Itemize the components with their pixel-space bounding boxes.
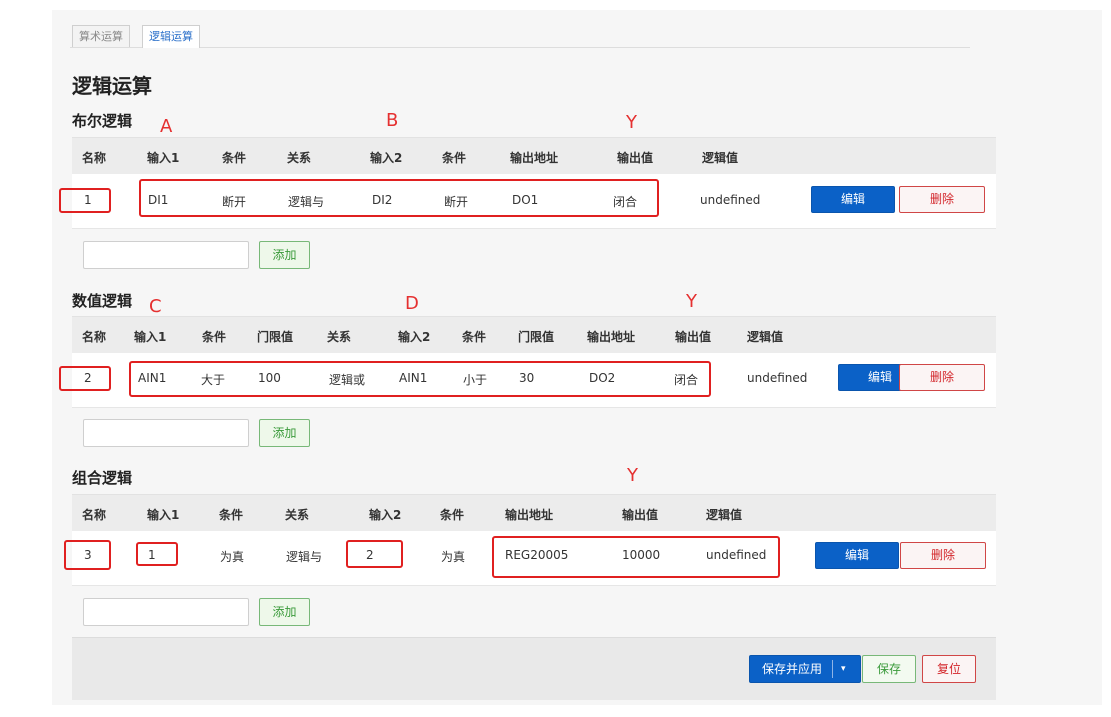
- row-logic-value: undefined: [700, 193, 761, 207]
- col-logic-value: 逻辑值: [706, 508, 743, 522]
- annotation-a: A: [160, 116, 173, 137]
- reset-button[interactable]: 复位: [922, 655, 976, 683]
- col-condition: 条件: [219, 508, 244, 522]
- page-title: 逻辑运算: [72, 74, 152, 98]
- col-input2: 输入2: [369, 508, 402, 522]
- split-divider: [832, 660, 833, 678]
- highlight-box-name: [59, 366, 111, 391]
- annotation-d: D: [405, 293, 419, 314]
- col-condition2: 条件: [440, 508, 465, 522]
- save-button[interactable]: 保存: [862, 655, 916, 683]
- row-relation: 逻辑与: [286, 550, 323, 564]
- row-logic-value: undefined: [747, 371, 808, 385]
- tab-logic[interactable]: 逻辑运算: [142, 25, 200, 48]
- col-condition: 条件: [222, 151, 247, 165]
- col-condition2: 条件: [442, 151, 467, 165]
- new-rule-input[interactable]: [83, 241, 249, 269]
- col-logic-value: 逻辑值: [747, 330, 784, 344]
- col-output-address: 输出地址: [587, 330, 636, 344]
- col-output-value: 输出值: [675, 330, 712, 344]
- row-condition2: 为真: [441, 550, 466, 564]
- row-condition: 为真: [220, 550, 245, 564]
- delete-button[interactable]: 删除: [899, 186, 985, 213]
- col-output-value: 输出值: [617, 151, 654, 165]
- annotation-y: Y: [626, 112, 637, 133]
- col-input1: 输入1: [147, 508, 180, 522]
- add-button[interactable]: 添加: [259, 241, 310, 269]
- add-button[interactable]: 添加: [259, 419, 310, 447]
- col-threshold2: 门限值: [518, 330, 555, 344]
- col-input1: 输入1: [147, 151, 180, 165]
- numeric-table-header: 名称 输入1 条件 门限值 关系 输入2 条件 门限值 输出地址 输出值 逻辑值: [72, 316, 996, 354]
- new-rule-input[interactable]: [83, 419, 249, 447]
- col-relation: 关系: [287, 151, 312, 165]
- add-button[interactable]: 添加: [259, 598, 310, 626]
- col-output-address: 输出地址: [510, 151, 559, 165]
- edit-button[interactable]: 编辑: [815, 542, 899, 569]
- delete-button[interactable]: 删除: [900, 542, 986, 569]
- highlight-box-name: [59, 188, 111, 213]
- highlight-box-name: [64, 540, 111, 570]
- combined-section-title: 组合逻辑: [72, 469, 133, 487]
- highlight-box-input2: [346, 540, 403, 568]
- tab-bar: 算术运算 逻辑运算: [70, 25, 970, 48]
- col-input1: 输入1: [134, 330, 167, 344]
- col-name: 名称: [82, 508, 107, 522]
- col-output-address: 输出地址: [505, 508, 554, 522]
- highlight-box-inputs: [139, 179, 659, 217]
- col-output-value: 输出值: [622, 508, 659, 522]
- boolean-section-title: 布尔逻辑: [72, 112, 133, 130]
- col-relation: 关系: [285, 508, 310, 522]
- chevron-down-icon[interactable]: ▾: [841, 656, 846, 682]
- delete-button[interactable]: 删除: [899, 364, 985, 391]
- highlight-box-input1: [136, 542, 178, 566]
- col-logic-value: 逻辑值: [702, 151, 739, 165]
- save-and-apply-button[interactable]: 保存并应用 ▾: [749, 655, 861, 683]
- numeric-section-title: 数值逻辑: [72, 292, 133, 310]
- combined-table-header: 名称 输入1 条件 关系 输入2 条件 输出地址 输出值 逻辑值: [72, 494, 996, 532]
- highlight-box-inputs: [129, 361, 711, 397]
- annotation-y: Y: [627, 465, 638, 486]
- tab-arithmetic[interactable]: 算术运算: [72, 25, 130, 47]
- edit-button[interactable]: 编辑: [811, 186, 895, 213]
- col-condition: 条件: [202, 330, 227, 344]
- col-input2: 输入2: [370, 151, 403, 165]
- col-condition2: 条件: [462, 330, 487, 344]
- highlight-box-output: [492, 536, 780, 578]
- annotation-y: Y: [686, 291, 697, 312]
- col-relation: 关系: [327, 330, 352, 344]
- col-name: 名称: [82, 330, 107, 344]
- annotation-b: B: [386, 110, 399, 131]
- col-name: 名称: [82, 151, 107, 165]
- new-rule-input[interactable]: [83, 598, 249, 626]
- boolean-table-header: 名称 输入1 条件 关系 输入2 条件 输出地址 输出值 逻辑值: [72, 137, 996, 175]
- col-input2: 输入2: [398, 330, 431, 344]
- col-threshold: 门限值: [257, 330, 294, 344]
- annotation-c: C: [149, 296, 162, 317]
- save-and-apply-label: 保存并应用: [762, 662, 823, 676]
